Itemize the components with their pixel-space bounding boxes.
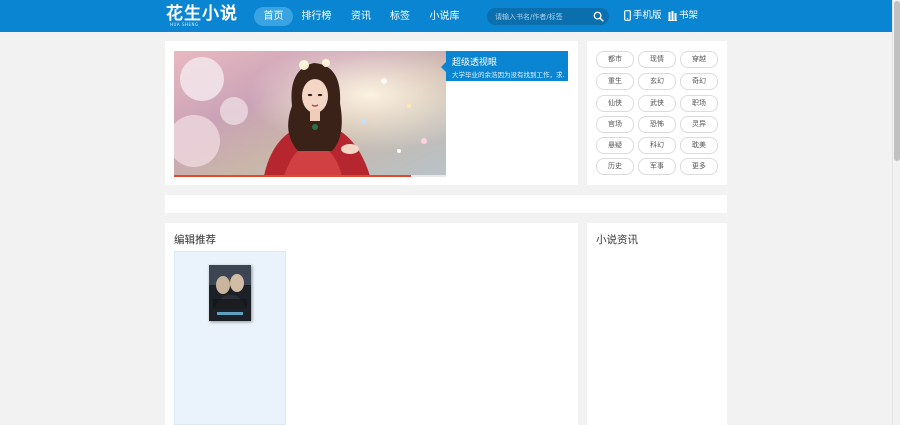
- tag-item[interactable]: 职场: [680, 95, 718, 112]
- page-scrollbar[interactable]: [892, 0, 900, 425]
- novel-news-panel: 小说资讯: [587, 223, 727, 425]
- book-cover[interactable]: [209, 265, 251, 321]
- novel-news-title: 小说资讯: [596, 234, 638, 246]
- nav-item-news[interactable]: 资讯: [346, 7, 376, 26]
- tag-item[interactable]: 武侠: [638, 95, 676, 112]
- tag-more[interactable]: 更多: [680, 158, 718, 175]
- bookshelf-label: 书架: [679, 10, 699, 21]
- nav-item-library[interactable]: 小说库: [425, 7, 464, 26]
- tag-item[interactable]: 穿越: [680, 51, 718, 68]
- genre-tags-panel: 都市 现情 穿越 重生 玄幻 奇幻 仙侠 武侠 职场 官场 恐怖 灵异 悬疑 科…: [587, 41, 727, 185]
- top-header: 花生小说 HUA SHENG 首页 排行榜 资讯 标签 小说库 手机版 书架: [0, 0, 900, 32]
- site-logo-subtext: HUA SHENG: [170, 22, 199, 27]
- tag-item[interactable]: 都市: [596, 51, 634, 68]
- recommend-book-card[interactable]: [174, 251, 286, 425]
- tag-item[interactable]: 恐怖: [638, 116, 676, 133]
- tag-item[interactable]: 历史: [596, 158, 634, 175]
- tag-item[interactable]: 现情: [638, 51, 676, 68]
- banner-progress-fill: [174, 175, 411, 177]
- editor-recommend-panel: 编辑推荐: [165, 223, 578, 425]
- tag-item[interactable]: 军事: [638, 158, 676, 175]
- tag-item[interactable]: 重生: [596, 73, 634, 90]
- mobile-version-link[interactable]: 手机版: [624, 9, 662, 23]
- phone-icon: [624, 10, 631, 21]
- editor-recommend-title: 编辑推荐: [174, 234, 216, 246]
- banner-book-title[interactable]: 超级透视眼: [452, 55, 497, 68]
- search-input[interactable]: [495, 10, 591, 23]
- tag-item[interactable]: 奇幻: [680, 73, 718, 90]
- nav-item-rankings[interactable]: 排行榜: [297, 7, 336, 26]
- scrollbar-thumb[interactable]: [894, 1, 900, 161]
- tag-item[interactable]: 玄幻: [638, 73, 676, 90]
- banner-progress-bar: [174, 175, 446, 177]
- search-bar: [487, 8, 609, 25]
- featured-banner-panel: 超级透视眼 大学毕业的余浩因为没有找到工作，求...: [165, 41, 578, 185]
- nav-item-home[interactable]: 首页: [254, 7, 293, 26]
- tag-item[interactable]: 灵异: [680, 116, 718, 133]
- tag-item[interactable]: 科幻: [638, 137, 676, 154]
- bookshelf-icon: [668, 10, 677, 21]
- bookshelf-link[interactable]: 书架: [668, 9, 698, 23]
- tag-item[interactable]: 官场: [596, 116, 634, 133]
- tag-item[interactable]: 耽美: [680, 137, 718, 154]
- content-strip: [165, 195, 727, 213]
- banner-caption[interactable]: 超级透视眼 大学毕业的余浩因为没有找到工作，求...: [441, 51, 568, 81]
- search-icon[interactable]: [593, 11, 604, 22]
- tag-item[interactable]: 仙侠: [596, 95, 634, 112]
- nav-item-tags[interactable]: 标签: [385, 7, 415, 26]
- banner-book-description: 大学毕业的余浩因为没有找到工作，求...: [452, 71, 564, 79]
- banner-image[interactable]: [174, 51, 446, 176]
- mobile-version-label: 手机版: [633, 10, 662, 21]
- site-logo[interactable]: 花生小说: [166, 5, 238, 23]
- tag-item[interactable]: 悬疑: [596, 137, 634, 154]
